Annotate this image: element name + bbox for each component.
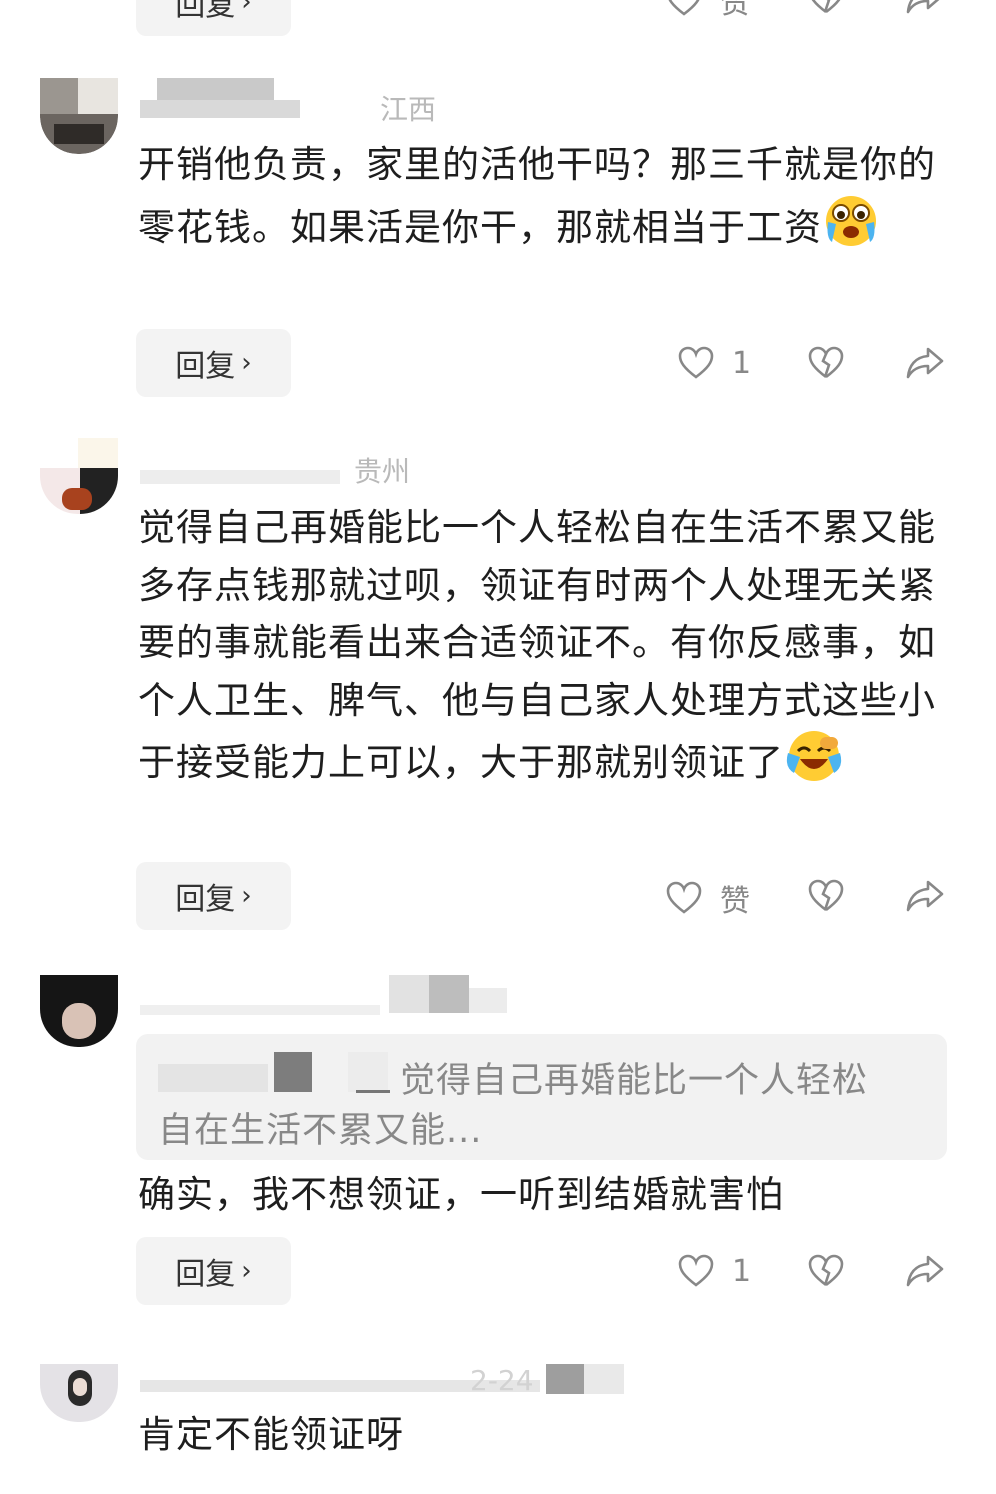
share-button[interactable] bbox=[904, 1251, 946, 1291]
avatar[interactable] bbox=[40, 1364, 118, 1422]
username-blurred bbox=[584, 1364, 624, 1394]
broken-heart-icon bbox=[808, 346, 844, 379]
dislike-button[interactable] bbox=[806, 0, 846, 18]
username-blurred bbox=[140, 100, 300, 118]
like-button[interactable]: 1 bbox=[676, 1251, 751, 1291]
quoted-username-blurred bbox=[158, 1064, 268, 1092]
comment-meta: 江西 bbox=[380, 93, 437, 126]
quoted-username-blurred bbox=[356, 1090, 390, 1093]
share-button[interactable] bbox=[904, 876, 946, 916]
comment-meta: 贵州 bbox=[354, 455, 411, 488]
reply-label: 回复 bbox=[175, 349, 236, 384]
share-button[interactable] bbox=[904, 343, 946, 383]
quoted-text: 觉得自己再婚能比一个人轻松 bbox=[400, 1061, 869, 1101]
like-label: 赞 bbox=[720, 0, 750, 21]
broken-heart-icon bbox=[811, 0, 841, 14]
comment-text: 肯定不能领证呀 bbox=[138, 1413, 404, 1456]
chevron-right-icon: › bbox=[241, 881, 252, 911]
reply-button[interactable]: 回复 › bbox=[136, 1237, 291, 1305]
reply-label: 回复 bbox=[175, 1257, 236, 1292]
heart-icon bbox=[666, 881, 702, 914]
reply-button[interactable]: 回复 › bbox=[136, 329, 291, 397]
dislike-button[interactable] bbox=[806, 876, 846, 916]
heart-icon bbox=[678, 1254, 714, 1287]
comment-text: 确实，我不想领证，一听到结婚就害怕 bbox=[138, 1173, 784, 1216]
share-button[interactable] bbox=[904, 0, 946, 18]
avatar[interactable] bbox=[40, 78, 118, 154]
reply-button[interactable]: 回复 › bbox=[136, 862, 291, 930]
crying-face-emoji bbox=[822, 194, 880, 265]
comment-meta: 2-24 bbox=[470, 1364, 534, 1397]
comment-text: 觉得自己再婚能比一个人轻松自在生活不累又能多存点钱那就过呗，领证有时两个人处理无… bbox=[138, 499, 938, 800]
avatar[interactable] bbox=[40, 438, 118, 514]
share-icon bbox=[906, 0, 940, 14]
dislike-button[interactable] bbox=[806, 343, 846, 383]
reply-label: 回复 bbox=[175, 882, 236, 917]
reply-label: 回复 bbox=[175, 0, 236, 23]
comment-text: 开销他负责，家里的活他干吗？那三千就是你的零花钱。如果活是你干，那就相当于工资 bbox=[138, 136, 938, 264]
avatar[interactable] bbox=[40, 975, 118, 1047]
username-blurred bbox=[469, 988, 507, 1013]
broken-heart-icon bbox=[808, 1254, 844, 1287]
quoted-username-blurred bbox=[274, 1052, 312, 1092]
like-button[interactable]: 1 bbox=[676, 343, 751, 383]
like-button[interactable]: 赞 bbox=[664, 0, 750, 22]
quoted-username-blurred bbox=[348, 1052, 388, 1092]
like-count: 1 bbox=[732, 1253, 752, 1289]
username-blurred bbox=[140, 470, 340, 484]
broken-heart-icon bbox=[808, 879, 844, 912]
like-label: 赞 bbox=[720, 884, 750, 919]
chevron-right-icon: › bbox=[241, 0, 252, 17]
dislike-button[interactable] bbox=[806, 1251, 846, 1291]
share-icon bbox=[906, 1255, 944, 1287]
like-button[interactable]: 赞 bbox=[664, 876, 750, 920]
reply-button[interactable]: 回复 › bbox=[136, 0, 291, 36]
heart-icon bbox=[678, 346, 714, 379]
username-blurred bbox=[140, 1005, 380, 1015]
heart-icon bbox=[668, 0, 700, 16]
share-icon bbox=[906, 880, 944, 912]
like-count: 1 bbox=[732, 345, 752, 381]
chevron-right-icon: › bbox=[241, 348, 252, 378]
username-blurred bbox=[546, 1364, 584, 1394]
share-icon bbox=[906, 347, 944, 379]
quoted-comment[interactable]: 觉得自己再婚能比一个人轻松 自在生活不累又能... bbox=[136, 1034, 947, 1160]
quoted-text: 自在生活不累又能... bbox=[158, 1111, 483, 1151]
laughing-crying-face-emoji bbox=[784, 729, 844, 800]
username-blurred bbox=[389, 975, 429, 1013]
username-blurred bbox=[429, 975, 469, 1013]
chevron-right-icon: › bbox=[241, 1256, 252, 1286]
